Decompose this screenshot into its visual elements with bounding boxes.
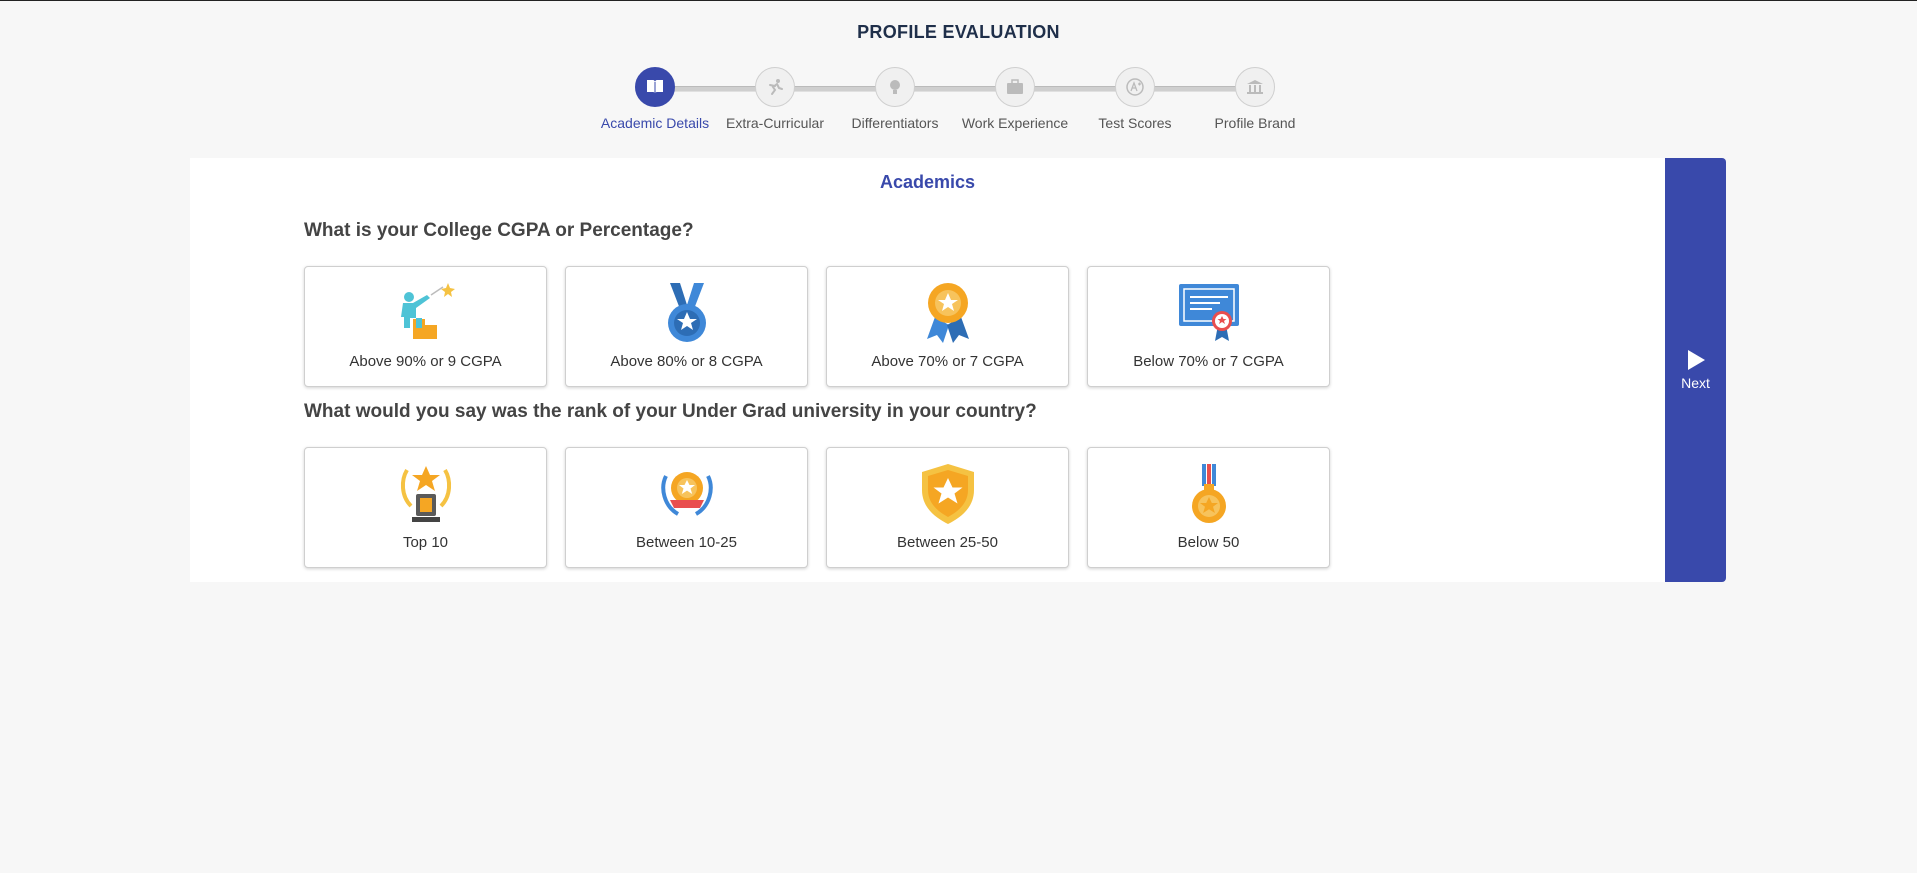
laurel-badge-icon <box>660 472 713 516</box>
step-label: Academic Details <box>600 115 710 131</box>
gold-medal-icon <box>1191 464 1226 523</box>
option-below-70[interactable]: Below 70% or 7 CGPA <box>1087 266 1330 387</box>
cgpa-options: Above 90% or 9 CGPA Above 80% or 8 CGPA … <box>304 266 1330 387</box>
option-label: Between 25-50 <box>897 534 998 551</box>
progress-stepper: Academic Details Extra-Curricular Differ… <box>600 67 1300 157</box>
shield-star-icon <box>921 464 974 524</box>
institution-icon <box>1235 67 1275 107</box>
option-label: Above 90% or 9 CGPA <box>349 353 502 370</box>
play-icon <box>1687 350 1705 370</box>
step-work-experience[interactable]: Work Experience <box>960 67 1070 131</box>
option-label: Below 70% or 7 CGPA <box>1133 353 1284 370</box>
option-below-50[interactable]: Below 50 <box>1087 447 1330 568</box>
step-extra-curricular[interactable]: Extra-Curricular <box>720 67 830 131</box>
step-academic-details[interactable]: Academic Details <box>600 67 710 131</box>
question-panel: Academics What is your College CGPA or P… <box>190 158 1665 582</box>
a-plus-icon <box>1115 67 1155 107</box>
option-above-80[interactable]: Above 80% or 8 CGPA <box>565 266 808 387</box>
achiever-icon <box>400 283 455 339</box>
award-rosette-icon <box>926 283 969 343</box>
option-between-25-50[interactable]: Between 25-50 <box>826 447 1069 568</box>
option-label: Top 10 <box>402 534 449 551</box>
step-label: Profile Brand <box>1214 115 1296 131</box>
step-label: Extra-Curricular <box>725 115 824 131</box>
lightbulb-icon <box>875 67 915 107</box>
step-test-scores[interactable]: Test Scores <box>1080 67 1190 131</box>
next-label: Next <box>1681 375 1710 391</box>
step-label: Test Scores <box>1098 115 1172 131</box>
option-label: Above 70% or 7 CGPA <box>871 353 1024 370</box>
option-label: Below 50 <box>1177 534 1240 551</box>
section-title: Academics <box>879 172 976 192</box>
option-top-10[interactable]: Top 10 <box>304 447 547 568</box>
medal-icon <box>667 283 706 342</box>
runner-icon <box>755 67 795 107</box>
step-profile-brand[interactable]: Profile Brand <box>1200 67 1310 131</box>
option-above-70[interactable]: Above 70% or 7 CGPA <box>826 266 1069 387</box>
option-label: Above 80% or 8 CGPA <box>610 353 763 370</box>
question-university-rank: What would you say was the rank of your … <box>304 401 1037 422</box>
rank-options: Top 10 Between 10-25 Between 25-50 Below… <box>304 447 1330 568</box>
option-between-10-25[interactable]: Between 10-25 <box>565 447 808 568</box>
certificate-icon <box>1178 284 1239 341</box>
step-label: Work Experience <box>961 115 1069 131</box>
option-above-90[interactable]: Above 90% or 9 CGPA <box>304 266 547 387</box>
step-differentiators[interactable]: Differentiators <box>840 67 950 131</box>
book-icon <box>635 67 675 107</box>
trophy-laurel-icon <box>400 466 451 522</box>
next-button[interactable]: Next <box>1665 158 1726 582</box>
step-label: Differentiators <box>851 115 939 131</box>
briefcase-icon <box>995 67 1035 107</box>
option-label: Between 10-25 <box>636 534 737 551</box>
question-cgpa: What is your College CGPA or Percentage? <box>304 220 694 241</box>
page-title: PROFILE EVALUATION <box>857 22 1060 42</box>
